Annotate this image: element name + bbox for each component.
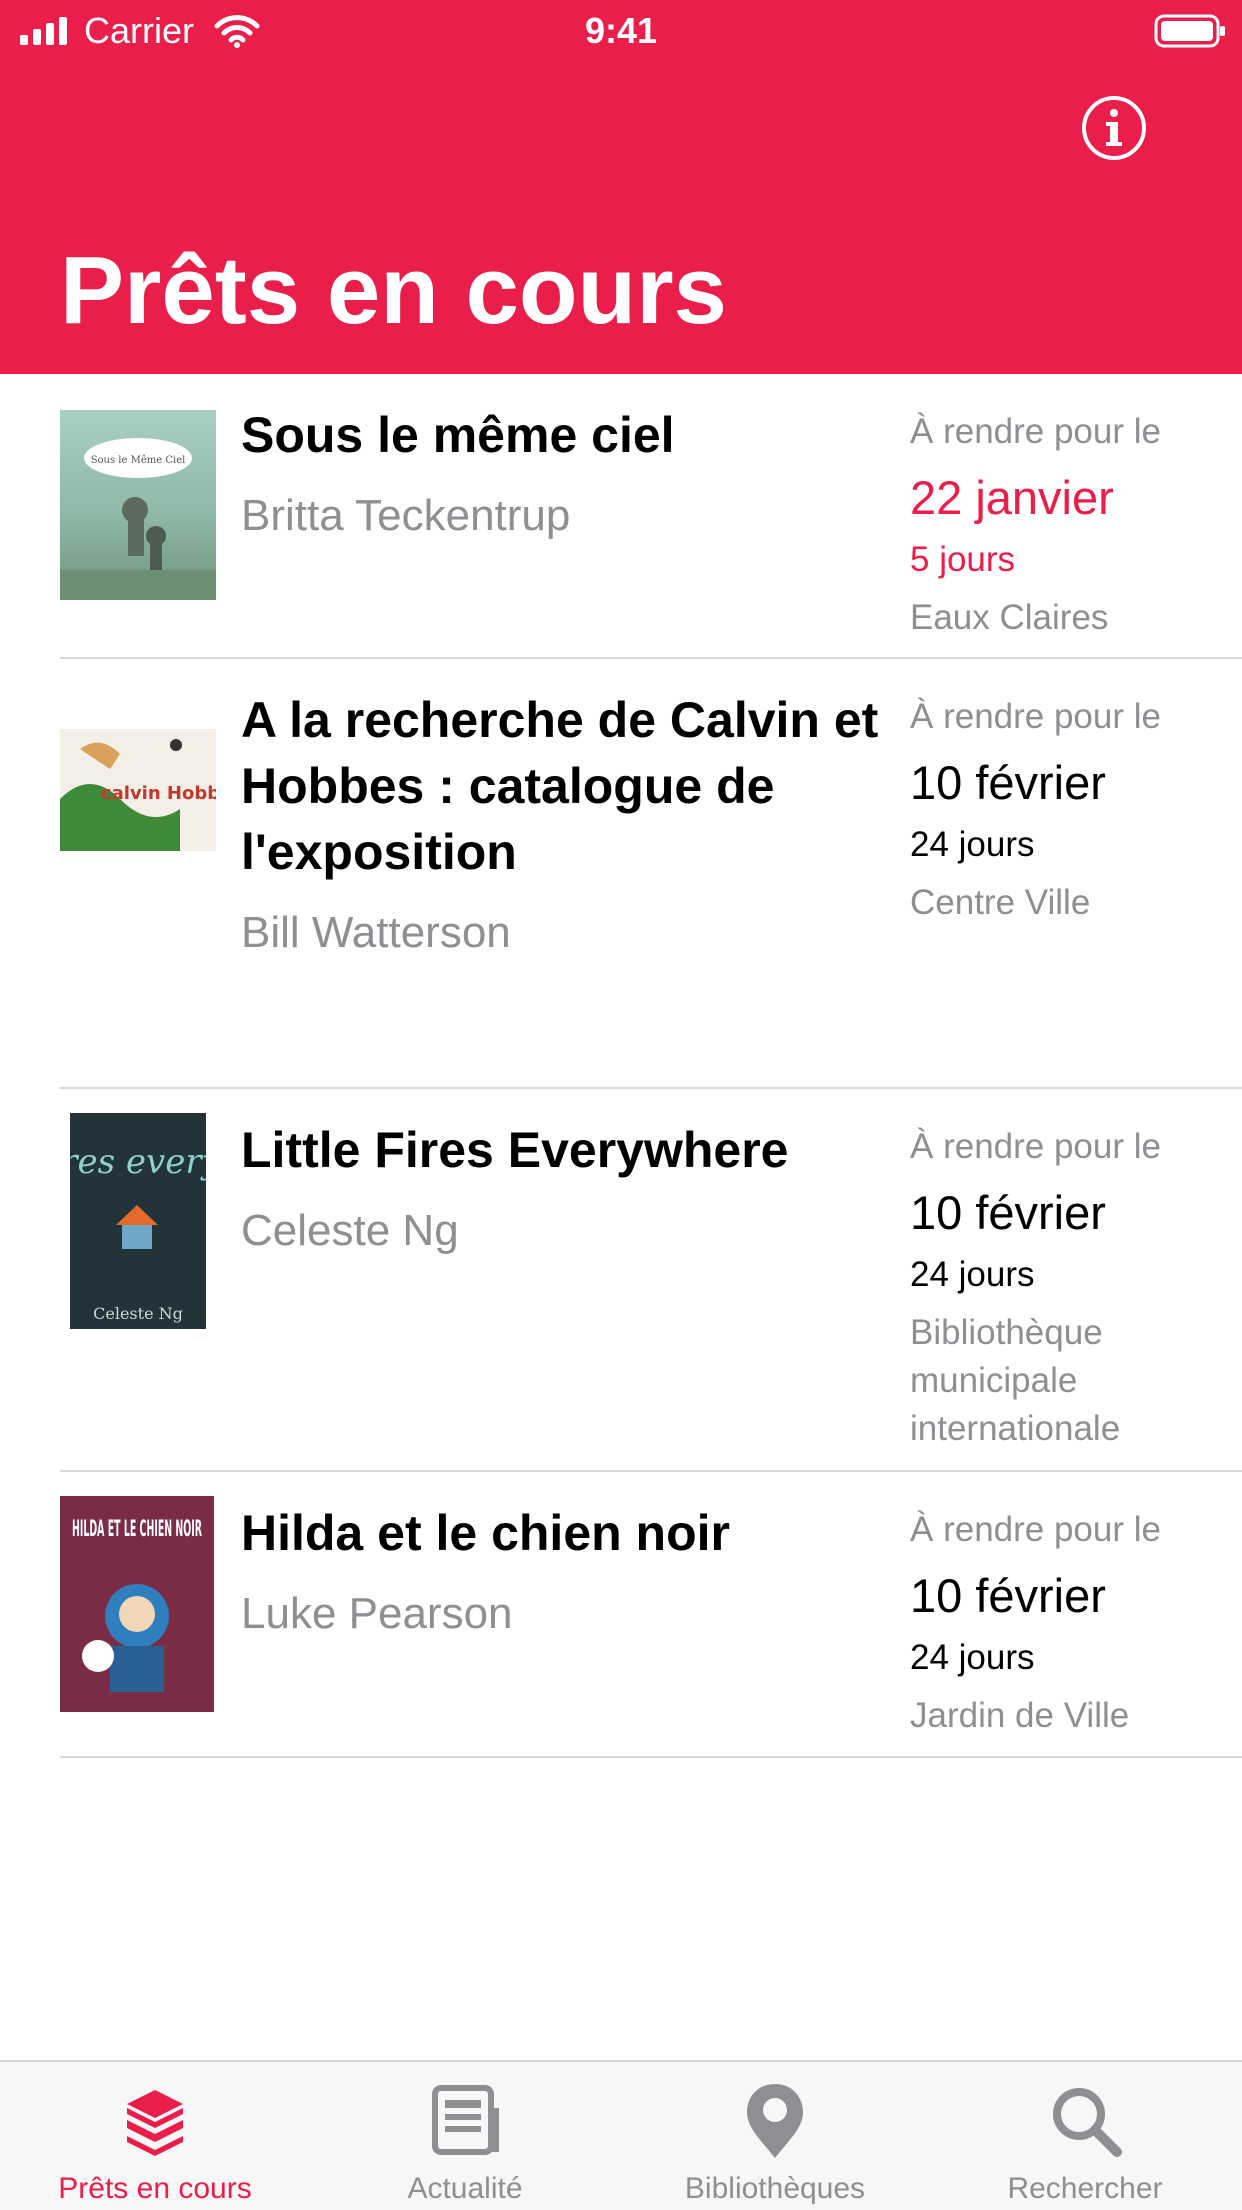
- days-left: 5 jours: [910, 540, 1016, 579]
- days-left: 24 jours: [910, 1638, 1035, 1677]
- cover-title: little fires everywhere: [70, 1142, 206, 1182]
- book-author: Britta Teckentrup: [241, 491, 571, 540]
- tab-bar: Prêts en cours Actualité Bibliothèques R…: [0, 2060, 1242, 2210]
- tab-label: Prêts en cours: [58, 2172, 252, 2205]
- due-label: À rendre pour le: [910, 1127, 1161, 1166]
- cover-title: Sous le Même Ciel: [91, 455, 186, 466]
- cover-art: Sous le Même Ciel: [60, 438, 216, 600]
- book-cover: little fires everywhere Celeste Ng: [70, 1113, 206, 1329]
- tab-prets-en-cours[interactable]: Prêts en cours: [0, 2062, 310, 2210]
- due-label: À rendre pour le: [910, 697, 1161, 736]
- tab-label: Actualité: [407, 2172, 523, 2205]
- book-author: Luke Pearson: [241, 1589, 513, 1638]
- cover-author: Celeste Ng: [93, 1304, 183, 1323]
- book-author: Bill Watterson: [241, 908, 511, 957]
- due-date: 22 janvier: [910, 471, 1114, 524]
- loan-item[interactable]: Sous le Même Ciel Sous le même ciel Brit…: [60, 374, 1242, 659]
- cover-title: HILDA ET LE CHIEN NOIR: [72, 1517, 202, 1542]
- due-info: À rendre pour le 10 février 24 jours Cen…: [910, 693, 1240, 927]
- row-divider: [60, 1756, 1242, 1758]
- page-title: Prêts en cours: [60, 237, 727, 344]
- book-cover: calvin Hobbes: [60, 729, 216, 851]
- cover-art: HILDA ET LE CHIEN NOIR: [60, 1496, 214, 1712]
- header: Carrier 9:41 Prêts en cours: [0, 0, 1242, 374]
- book-title: Sous le même ciel: [241, 407, 675, 463]
- due-date: 10 février: [910, 1569, 1106, 1622]
- due-date: 10 février: [910, 1186, 1106, 1239]
- book-cover: HILDA ET LE CHIEN NOIR: [60, 1496, 214, 1712]
- map-pin-icon: [747, 2084, 803, 2158]
- book-title: Hilda et le chien noir: [241, 1505, 730, 1561]
- tab-actualite[interactable]: Actualité: [310, 2062, 620, 2210]
- search-icon: [1053, 2088, 1122, 2157]
- library-name: Jardin de Ville: [910, 1696, 1130, 1735]
- loan-item[interactable]: calvin Hobbes A la recherche de Calvin e…: [60, 659, 1242, 1089]
- library-name: Bibliothèque municipale internationale: [910, 1313, 1121, 1448]
- battery-icon: [1154, 14, 1225, 48]
- tab-bibliotheques[interactable]: Bibliothèques: [620, 2062, 930, 2210]
- book-title: A la recherche de Calvin et Hobbes : cat…: [241, 692, 879, 880]
- due-label: À rendre pour le: [910, 1510, 1161, 1549]
- loan-item[interactable]: little fires everywhere Celeste Ng Littl…: [60, 1089, 1242, 1472]
- info-circle-icon[interactable]: [1080, 94, 1148, 162]
- due-info: À rendre pour le 22 janvier 5 jours Eaux…: [910, 408, 1240, 642]
- cover-title: calvin Hobbes: [101, 783, 216, 804]
- tab-label: Bibliothèques: [684, 2172, 866, 2205]
- days-left: 24 jours: [910, 1255, 1035, 1294]
- library-name: Centre Ville: [910, 883, 1091, 922]
- days-left: 24 jours: [910, 825, 1035, 864]
- clock: 9:41: [584, 10, 658, 51]
- books-stack-icon: [127, 2090, 183, 2156]
- due-info: À rendre pour le 10 février 24 jours Bib…: [910, 1123, 1240, 1453]
- book-author: Celeste Ng: [241, 1206, 459, 1255]
- loan-item[interactable]: HILDA ET LE CHIEN NOIR Hilda et le chien…: [60, 1472, 1242, 1758]
- tab-rechercher[interactable]: Rechercher: [930, 2062, 1240, 2210]
- due-date: 10 février: [910, 756, 1106, 809]
- cover-art: calvin Hobbes: [60, 739, 216, 851]
- book-title: Little Fires Everywhere: [241, 1122, 789, 1178]
- due-label: À rendre pour le: [910, 412, 1161, 451]
- library-name: Eaux Claires: [910, 598, 1109, 637]
- due-info: À rendre pour le 10 février 24 jours Jar…: [910, 1506, 1240, 1740]
- cover-art: little fires everywhere Celeste Ng: [70, 1113, 206, 1329]
- status-bar: Carrier 9:41: [0, 0, 1242, 62]
- tab-label: Rechercher: [1007, 2172, 1163, 2205]
- book-cover: Sous le Même Ciel: [60, 410, 216, 600]
- newspaper-icon: [432, 2085, 499, 2155]
